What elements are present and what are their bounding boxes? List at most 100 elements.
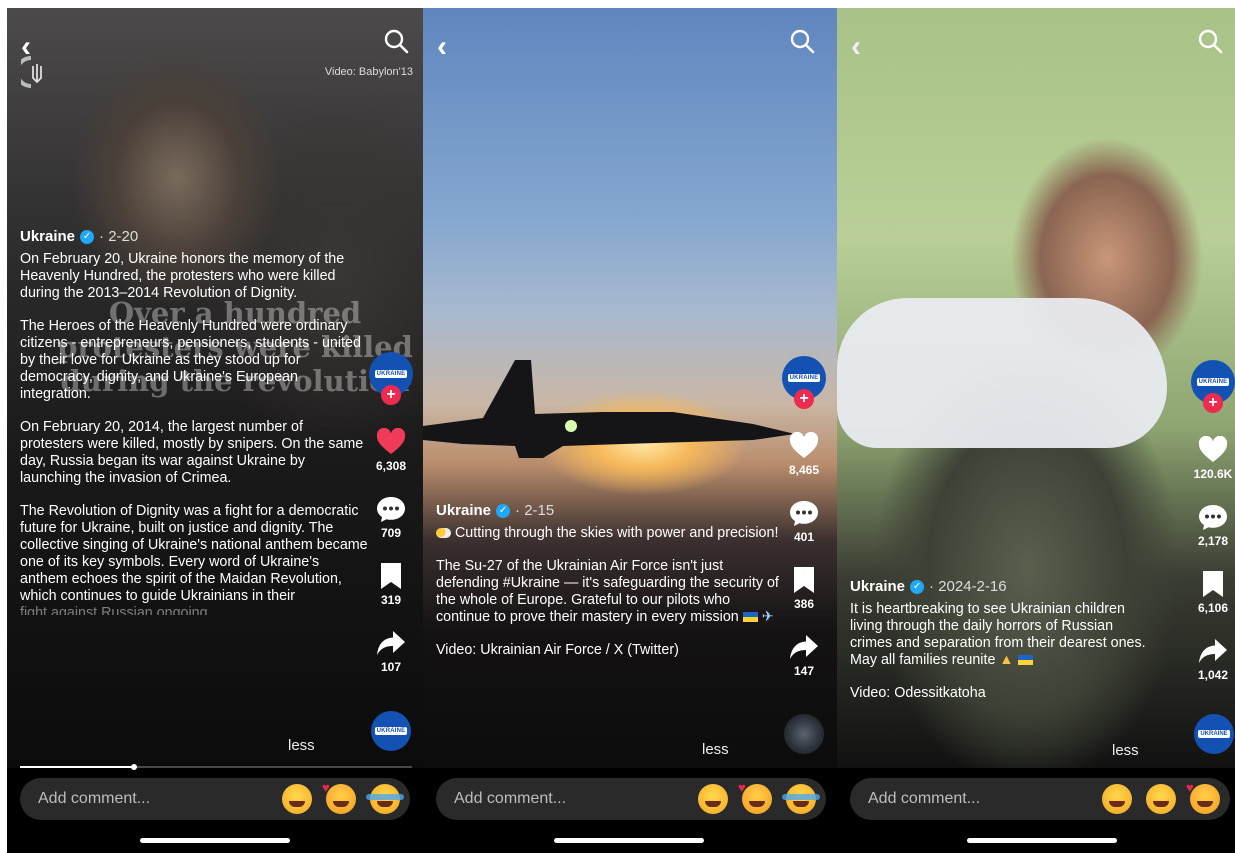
grinning-face-icon[interactable] [282, 784, 312, 814]
post-date: · 2024-2-16 [929, 578, 1007, 595]
hugging-child-shape [837, 298, 1167, 448]
post-date: · 2-15 [515, 502, 555, 519]
back-icon[interactable]: ‹ [851, 32, 861, 62]
action-rail: UKRAINE + 8,465 401 386 147 [782, 356, 826, 678]
share-icon[interactable] [1198, 637, 1228, 665]
comment-input[interactable]: Add comment... [38, 790, 268, 808]
comment-icon[interactable] [789, 499, 819, 527]
music-disc[interactable]: UKRAINE [1194, 714, 1234, 754]
comment-bar[interactable]: Add comment... [850, 778, 1230, 820]
home-indicator [554, 838, 704, 843]
video-screen-2: ‹ Ukraine ✓ · 2-15 Cutting through the s… [423, 8, 837, 853]
like-count: 120.6K [1193, 467, 1233, 481]
music-disc[interactable]: UKRAINE [371, 711, 411, 751]
author-row: Ukraine ✓ · 2-15 [436, 502, 786, 519]
like-count: 6,308 [375, 459, 407, 473]
bookmark-icon[interactable] [789, 566, 819, 594]
caption-paragraph: It is heartbreaking to see Ukrainian chi… [850, 601, 1146, 668]
caption-paragraph-faded: fight against Russian ongoing [20, 605, 208, 615]
avatar[interactable]: UKRAINE + [1191, 360, 1235, 413]
share-icon[interactable] [789, 633, 819, 661]
video-screen-1: Over a hundred protesters were killed du… [7, 8, 423, 853]
bookmark-icon[interactable] [1198, 570, 1228, 598]
comment-count: 401 [793, 530, 815, 544]
author-name[interactable]: Ukraine [436, 502, 491, 519]
progress-fill [20, 766, 134, 768]
verified-icon: ✓ [496, 503, 511, 518]
avatar[interactable]: UKRAINE + [782, 356, 826, 409]
sun-behind-cloud-icon [436, 528, 451, 539]
comment-input[interactable]: Add comment... [868, 790, 1088, 808]
comment-icon[interactable] [1198, 503, 1228, 531]
ukraine-flag-icon [742, 612, 758, 623]
less-button[interactable]: less [288, 737, 315, 754]
avatar[interactable]: UKRAINE + [369, 352, 413, 405]
verified-icon: ✓ [80, 229, 95, 244]
bookmark-icon[interactable] [376, 562, 406, 590]
author-name[interactable]: Ukraine [850, 578, 905, 595]
caption: Ukraine ✓ · 2024-2-16 It is heartbreakin… [850, 578, 1150, 718]
avatar-tag: UKRAINE [1196, 378, 1230, 386]
heart-icon[interactable] [376, 428, 406, 456]
search-icon[interactable] [1197, 28, 1223, 54]
caption-paragraph: The Su-27 of the Ukrainian Air Force isn… [436, 558, 779, 625]
video-credit: Video: Babylon'13 [324, 66, 413, 78]
save-count: 386 [793, 597, 815, 611]
share-count: 1,042 [1197, 668, 1229, 682]
comment-input[interactable]: Add comment... [454, 790, 684, 808]
video-progress-bar[interactable] [20, 764, 412, 770]
follow-plus-icon[interactable]: + [381, 385, 401, 405]
action-rail: UKRAINE + 6,308 709 319 107 [369, 352, 413, 674]
fighter-jet-silhouette [423, 360, 795, 458]
home-indicator [967, 838, 1117, 843]
caption-credit: Video: Ukrainian Air Force / X (Twitter) [436, 642, 679, 658]
save-count: 6,106 [1197, 601, 1229, 615]
heart-icon[interactable] [789, 432, 819, 460]
progress-knob[interactable] [130, 764, 137, 770]
author-name[interactable]: Ukraine [20, 228, 75, 245]
avatar-tag: UKRAINE [374, 370, 408, 378]
pleading-face-icon[interactable] [1102, 784, 1132, 814]
grinning-face-icon[interactable] [1146, 784, 1176, 814]
share-count: 107 [380, 660, 402, 674]
music-disc[interactable] [784, 714, 824, 754]
folded-hands-icon: ▲ [999, 652, 1014, 668]
less-button[interactable]: less [1112, 742, 1139, 759]
comment-bar[interactable]: Add comment... [436, 778, 826, 820]
ukraine-flag-icon [1017, 655, 1033, 666]
comment-bar[interactable]: Add comment... [20, 778, 410, 820]
share-count: 147 [793, 664, 815, 678]
author-row: Ukraine ✓ · 2024-2-16 [850, 578, 1150, 595]
music-disc-tag: UKRAINE [374, 727, 408, 735]
smiling-face-with-hearts-icon[interactable] [322, 780, 356, 814]
save-count: 319 [380, 593, 402, 607]
action-rail: UKRAINE + 120.6K 2,178 6,106 1,042 [1191, 360, 1235, 682]
post-date: · 2-20 [99, 228, 139, 245]
caption-credit: Video: Odessitkatoha [850, 685, 986, 701]
grinning-face-icon[interactable] [698, 784, 728, 814]
caption: Ukraine ✓ · 2-20 On February 20, Ukraine… [20, 228, 370, 631]
smiling-face-with-hearts-icon[interactable] [1186, 780, 1220, 814]
share-icon[interactable] [376, 629, 406, 657]
face-with-tears-of-joy-icon[interactable] [366, 784, 404, 814]
less-button[interactable]: less [702, 741, 729, 758]
airplane-icon: ✈ [761, 609, 774, 625]
caption-paragraph: On February 20, 2014, the largest number… [20, 419, 364, 486]
video-screen-3: ‹ Ukraine ✓ · 2024-2-16 It is heartbreak… [837, 8, 1235, 853]
comment-count: 709 [380, 526, 402, 540]
follow-plus-icon[interactable]: + [794, 389, 814, 409]
follow-plus-icon[interactable]: + [1203, 393, 1223, 413]
heart-icon[interactable] [1198, 436, 1228, 464]
avatar-tag: UKRAINE [787, 374, 821, 382]
trident-logo-icon [21, 56, 42, 88]
face-with-tears-of-joy-icon[interactable] [782, 784, 820, 814]
caption-paragraph: The Revolution of Dignity was a fight fo… [20, 503, 368, 604]
caption: Ukraine ✓ · 2-15 Cutting through the ski… [436, 502, 786, 675]
comment-count: 2,178 [1197, 534, 1229, 548]
smiling-face-with-hearts-icon[interactable] [738, 780, 772, 814]
back-icon[interactable]: ‹ [437, 32, 447, 62]
search-icon[interactable] [789, 28, 815, 54]
comment-icon[interactable] [376, 495, 406, 523]
search-icon[interactable] [383, 28, 409, 54]
caption-paragraph: The Heroes of the Heavenly Hundred were … [20, 318, 361, 402]
